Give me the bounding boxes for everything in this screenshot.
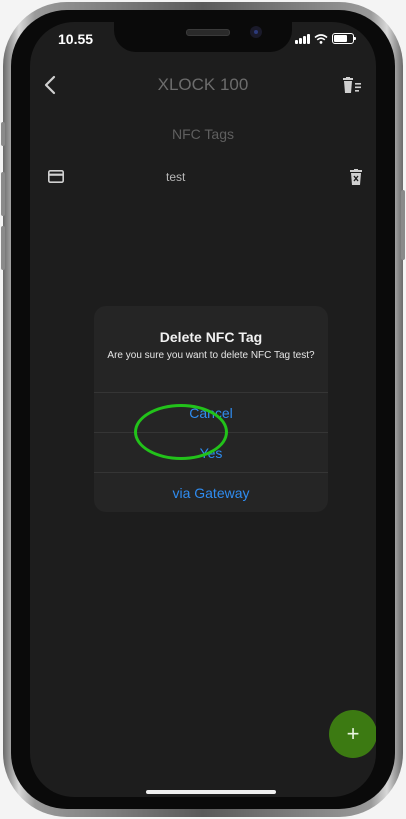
add-tag-button[interactable]: +: [329, 710, 376, 758]
notch: [114, 22, 292, 52]
delete-all-button[interactable]: [342, 77, 362, 95]
battery-icon: [332, 33, 356, 44]
credit-card-icon: [48, 170, 64, 183]
wifi-icon: [314, 33, 328, 44]
nfc-tag-name: test: [166, 170, 186, 184]
highlight-ring: [134, 404, 228, 460]
speaker-grille: [186, 29, 230, 36]
delete-confirm-dialog: Delete NFC Tag Are you sure you want to …: [94, 306, 328, 512]
dialog-message: Are you sure you want to delete NFC Tag …: [107, 350, 315, 361]
cellular-signal-icon: [295, 33, 310, 44]
nfc-tag-row[interactable]: test: [30, 164, 376, 192]
via-gateway-button[interactable]: via Gateway: [94, 472, 328, 512]
section-title: NFC Tags: [172, 126, 234, 142]
status-icons: [295, 33, 356, 44]
side-button-power: [401, 190, 405, 260]
side-button-silent: [1, 122, 5, 146]
front-camera: [250, 26, 262, 38]
side-button-volume-up: [1, 172, 5, 216]
delete-tag-button[interactable]: [350, 169, 362, 185]
home-indicator[interactable]: [146, 790, 276, 794]
side-button-volume-down: [1, 226, 5, 270]
status-time: 10.55: [58, 31, 94, 47]
page-title: XLOCK 100: [157, 75, 249, 94]
dialog-title: Delete NFC Tag: [159, 329, 263, 345]
